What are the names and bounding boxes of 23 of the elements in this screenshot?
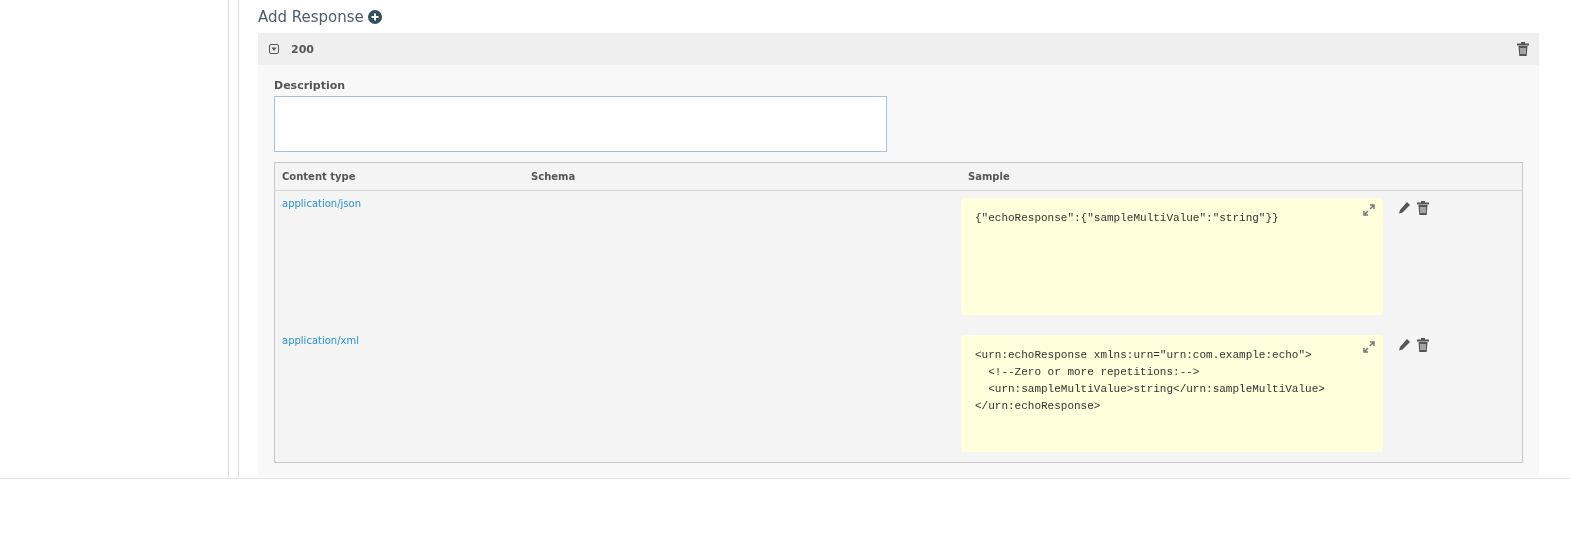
expand-icon[interactable] <box>1363 204 1375 216</box>
response-header[interactable]: 200 <box>258 33 1539 65</box>
add-icon[interactable] <box>367 10 382 24</box>
pencil-icon[interactable] <box>1398 201 1411 214</box>
response-code: 200 <box>291 42 315 56</box>
pencil-icon[interactable] <box>1398 338 1411 351</box>
sample-box[interactable]: <urn:echoResponse xmlns:urn="urn:com.example:echo"> <!--Zero or more repetitions:--> <urn:sampleMultiValue>string</urn:sampleMultiValue> </urn:echoResponse> <box>961 335 1383 452</box>
expand-icon[interactable] <box>1363 341 1375 353</box>
column-header: Sample <box>961 162 1523 191</box>
content-type-link[interactable]: application/json <box>275 191 368 216</box>
description-label: Description <box>274 79 347 92</box>
sample-code: <urn:echoResponse xmlns:urn="urn:com.example:echo"> <!--Zero or more repetitions:--> <urn:sampleMultiValue>string</urn:sampleMultiValue> </urn:echoResponse> <box>975 348 1326 414</box>
trash-icon[interactable] <box>1417 201 1429 215</box>
add-response-label: Add Response <box>258 8 364 26</box>
sample-code: {"echoResponse":{"sampleMultiValue":"string"}} <box>975 211 1280 226</box>
column-header: Content type <box>274 162 524 191</box>
description-field[interactable] <box>274 96 887 152</box>
collapse-icon[interactable] <box>269 44 279 54</box>
trash-icon[interactable] <box>1417 338 1429 352</box>
sample-box[interactable]: {"echoResponse":{"sampleMultiValue":"string"}} <box>961 198 1383 315</box>
trash-icon[interactable] <box>1517 42 1529 56</box>
column-header: Schema <box>524 162 961 191</box>
content-type-link[interactable]: application/xml <box>275 328 366 353</box>
